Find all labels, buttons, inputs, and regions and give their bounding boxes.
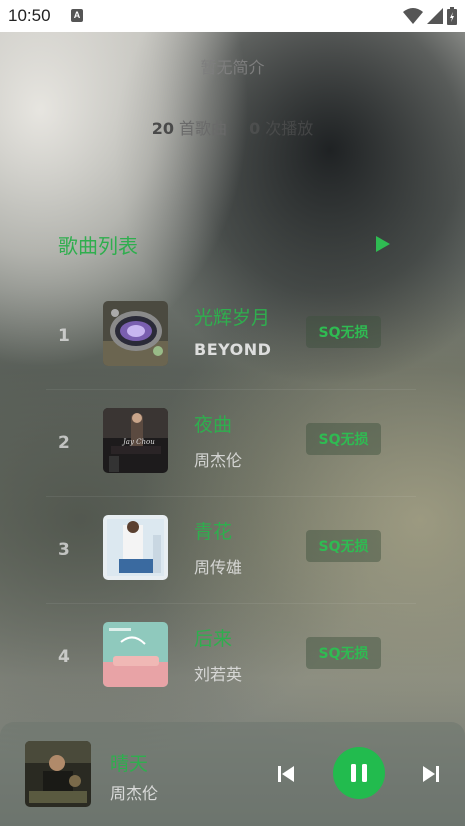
song-index: 2 — [58, 433, 70, 453]
play-count-stat: 0 次播放 — [249, 115, 313, 139]
play-all-button[interactable] — [373, 234, 393, 254]
album-cover — [103, 515, 168, 580]
signal-icon — [427, 8, 443, 24]
play-icon — [376, 236, 390, 252]
playlist-stats: 20 首歌曲 0 次播放 — [0, 115, 465, 139]
skip-previous-icon — [278, 766, 294, 782]
song-row[interactable]: 3 青花 周传雄 SQ无损 — [46, 498, 416, 604]
song-list-header: 歌曲列表 — [58, 230, 393, 260]
quality-badge: SQ无损 — [306, 637, 381, 669]
song-title: 光辉岁月 — [194, 307, 271, 329]
previous-button[interactable] — [273, 761, 299, 787]
player-song-artist: 周杰伦 — [110, 784, 159, 803]
status-bar: 10:50 A — [0, 0, 465, 32]
song-row[interactable]: 4 后来 刘若英 SQ无损 — [46, 605, 416, 711]
song-artist: 周杰伦 — [194, 451, 243, 470]
svg-text:Jay Chou: Jay Chou — [121, 438, 155, 446]
song-row[interactable]: 1 光辉岁月 BEYOND SQ无损 — [46, 284, 416, 390]
song-index: 1 — [58, 326, 70, 346]
song-list-title: 歌曲列表 — [58, 234, 138, 258]
song-index: 4 — [58, 647, 70, 667]
quality-badge: SQ无损 — [306, 316, 381, 348]
player-song-title: 晴天 — [110, 753, 149, 775]
next-button[interactable] — [418, 761, 444, 787]
status-icons — [403, 7, 457, 25]
playlist-content: 暂无简介 20 首歌曲 0 次播放 歌曲列表 1 光辉岁月 BEYOND SQ无… — [0, 0, 465, 826]
song-count-stat: 20 首歌曲 — [152, 115, 227, 139]
quality-badge: SQ无损 — [306, 530, 381, 562]
battery-icon — [447, 7, 457, 25]
song-artist: 周传雄 — [194, 558, 243, 577]
song-count: 20 — [151, 119, 174, 138]
play-count-unit: 次播放 — [265, 119, 314, 138]
play-count: 0 — [249, 119, 261, 138]
album-cover: Jay Chou — [103, 408, 168, 473]
song-title: 夜曲 — [194, 414, 233, 436]
song-artist: 刘若英 — [194, 665, 243, 684]
pause-icon — [351, 764, 367, 782]
wifi-icon — [403, 8, 423, 24]
album-cover — [103, 622, 168, 687]
song-row[interactable]: 2 Jay Chou 夜曲 周杰伦 SQ无损 — [46, 391, 416, 497]
a-icon: A — [71, 9, 83, 22]
song-title: 青花 — [194, 521, 233, 543]
album-cover — [103, 301, 168, 366]
player-album-cover[interactable] — [25, 741, 91, 807]
skip-next-icon — [423, 766, 439, 782]
quality-badge: SQ无损 — [306, 423, 381, 455]
status-time: 10:50 — [8, 6, 51, 25]
mini-player[interactable]: 晴天 周杰伦 — [0, 722, 465, 826]
song-index: 3 — [58, 540, 70, 560]
song-count-unit: 首歌曲 — [179, 119, 228, 138]
playlist-description: 暂无简介 — [200, 58, 265, 77]
song-artist: BEYOND — [194, 340, 272, 359]
song-title: 后来 — [194, 628, 233, 650]
pause-button[interactable] — [333, 747, 385, 799]
